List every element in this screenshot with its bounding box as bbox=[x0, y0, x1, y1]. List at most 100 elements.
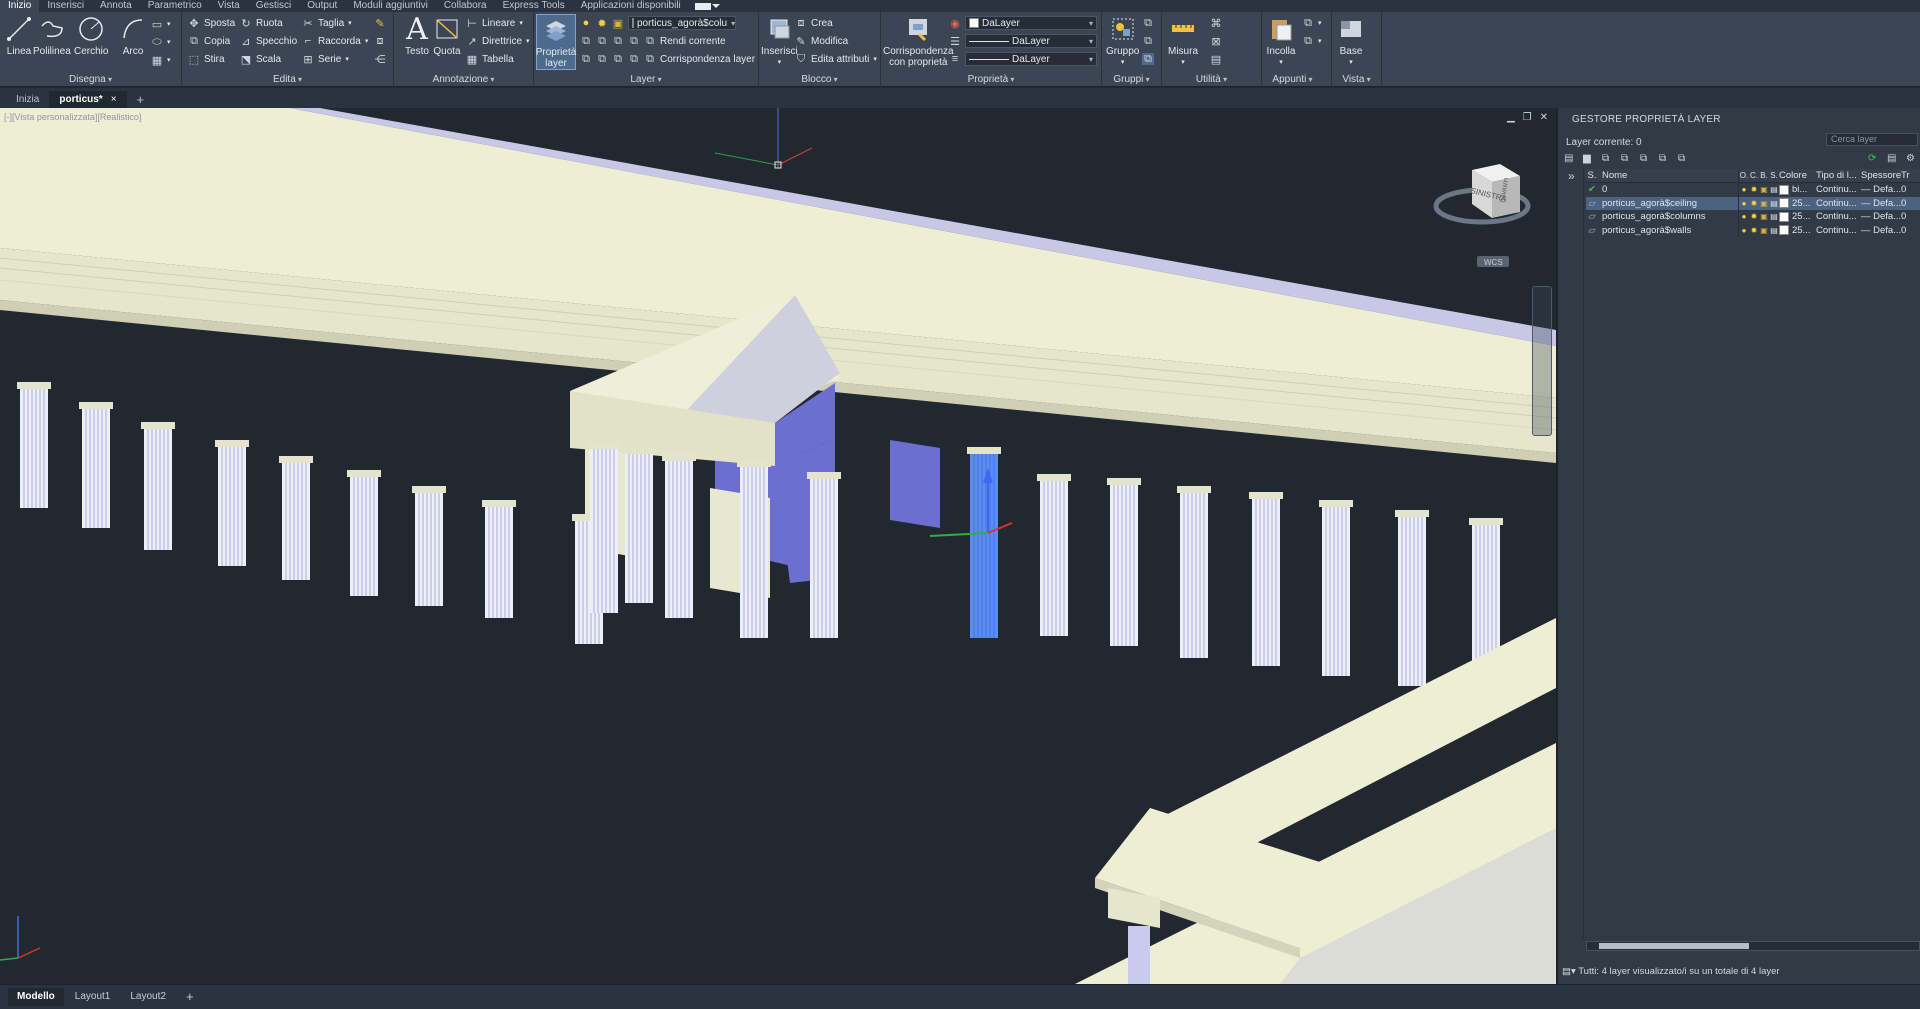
expand-icon[interactable]: » bbox=[1568, 169, 1575, 183]
layer-settings-icon[interactable]: ▤ bbox=[1887, 153, 1899, 164]
layer-row[interactable]: ✔ 0 ● ✹ ▣ ▤ bi... Continu... — Defa... 0 bbox=[1586, 183, 1920, 197]
hatch-tool[interactable]: ▦ ▾ bbox=[151, 52, 171, 68]
group-select-tool[interactable]: ⧉ bbox=[1142, 51, 1154, 67]
tab-vista[interactable]: Vista bbox=[210, 0, 248, 12]
set-current-icon[interactable]: ⧉ bbox=[1678, 153, 1690, 164]
explode-tool[interactable]: ⋲ bbox=[374, 51, 386, 67]
panel-title-proprieta[interactable]: Proprietà bbox=[881, 74, 1101, 86]
unlock-icon[interactable]: ▣ bbox=[1759, 185, 1769, 194]
col-freeze[interactable]: C. bbox=[1749, 171, 1759, 180]
polilinea-button[interactable]: Polilinea bbox=[33, 14, 71, 57]
panel-title-edita[interactable]: Edita bbox=[182, 74, 393, 86]
linetype-dropdown[interactable]: DaLayer bbox=[965, 34, 1097, 48]
base-button[interactable]: Base ▾ bbox=[1336, 14, 1366, 68]
tab-inizio[interactable]: Inizio bbox=[0, 0, 40, 12]
ellipse-tool[interactable]: ⬭ ▾ bbox=[151, 34, 170, 50]
tab-layout2[interactable]: Layout2 bbox=[121, 988, 175, 1006]
gruppo-button[interactable]: Gruppo ▾ bbox=[1106, 14, 1139, 68]
minimize-icon[interactable]: ▁ bbox=[1507, 112, 1515, 123]
printer-icon[interactable]: ▤ bbox=[1769, 226, 1779, 235]
new-layer-icon[interactable]: ⧉ bbox=[1621, 153, 1633, 164]
lineweight-dropdown[interactable]: DaLayer bbox=[965, 52, 1097, 66]
layer-row[interactable]: ▱ porticus_agorà$walls ● ✹ ▣ ▤ 25... Con… bbox=[1586, 223, 1920, 237]
ribbon-minimize-icon[interactable] bbox=[694, 2, 720, 10]
layer-merge-icon[interactable]: ⧉ bbox=[596, 53, 608, 65]
viewport-controls-label[interactable]: [-][Vista personalizzata][Realistico] bbox=[4, 112, 141, 122]
layer-lock-icon[interactable]: ⧉ bbox=[628, 35, 640, 47]
tab-gestisci[interactable]: Gestisci bbox=[248, 0, 300, 12]
col-status[interactable]: S. bbox=[1586, 170, 1598, 181]
restore-icon[interactable]: ❐ bbox=[1523, 112, 1532, 123]
testo-button[interactable]: A Testo bbox=[402, 14, 432, 57]
sun-icon[interactable]: ✹ bbox=[1749, 185, 1759, 194]
tab-output[interactable]: Output bbox=[299, 0, 345, 12]
layer-thaw-icon[interactable]: ⧉ bbox=[628, 53, 640, 65]
panel-title-gruppi[interactable]: Gruppi bbox=[1102, 74, 1161, 86]
tab-annota[interactable]: Annota bbox=[92, 0, 140, 12]
tab-applicazioni[interactable]: Applicazioni disponibili bbox=[573, 0, 689, 12]
corrispondenza-proprieta-button[interactable]: Corrispondenza con proprietà bbox=[883, 14, 954, 68]
lightbulb-icon[interactable]: ● bbox=[1739, 212, 1749, 221]
printer-icon[interactable]: ▤ bbox=[1769, 199, 1779, 208]
add-document-button[interactable]: + bbox=[127, 91, 155, 108]
navigation-bar[interactable] bbox=[1532, 286, 1552, 436]
ungroup-tool[interactable]: ⧉ bbox=[1142, 15, 1154, 31]
layer-states-icon[interactable]: ⧉ bbox=[1602, 153, 1614, 164]
lock-icon[interactable]: ▣ bbox=[612, 17, 624, 30]
copia-button[interactable]: ⧉ Copia bbox=[188, 33, 230, 49]
erase-tool[interactable]: ✎ bbox=[374, 15, 386, 31]
sun-icon[interactable]: ✹ bbox=[1749, 199, 1759, 208]
panel-title-utilita[interactable]: Utilità bbox=[1162, 74, 1261, 86]
calculator-tool[interactable]: ▤ bbox=[1210, 51, 1222, 67]
tab-modello[interactable]: Modello bbox=[8, 988, 64, 1006]
layer-iso-icon[interactable]: ⧉ bbox=[580, 35, 592, 47]
lineare-button[interactable]: ⊢ Lineare ▾ bbox=[466, 15, 523, 31]
modifica-button[interactable]: ✎ Modifica bbox=[795, 33, 848, 49]
col-linetype[interactable]: Tipo di l... bbox=[1813, 170, 1861, 181]
lightbulb-icon[interactable]: ● bbox=[580, 17, 592, 29]
cerchio-button[interactable]: Cerchio bbox=[74, 14, 108, 57]
current-layer-dropdown[interactable]: porticus_agorà$colu bbox=[628, 16, 736, 30]
crea-button[interactable]: ⧈ Crea bbox=[795, 15, 833, 31]
layer-freeze-icon[interactable]: ⧉ bbox=[612, 35, 624, 47]
linea-button[interactable]: Linea bbox=[4, 14, 34, 57]
col-on[interactable]: O. bbox=[1739, 171, 1749, 180]
layer-delete-icon[interactable]: ⧉ bbox=[612, 53, 624, 65]
layer-row[interactable]: ▱ porticus_agorà$ceiling ● ✹ ▣ ▤ 25... C… bbox=[1586, 196, 1920, 210]
col-plot[interactable]: S. bbox=[1769, 171, 1779, 180]
unlock-icon[interactable]: ▣ bbox=[1759, 226, 1769, 235]
quick-select-tool[interactable]: ⌘ bbox=[1210, 15, 1222, 31]
gear-icon[interactable]: ⚙ bbox=[1906, 153, 1918, 164]
horizontal-scrollbar[interactable] bbox=[1586, 941, 1920, 951]
quota-button[interactable]: Quota bbox=[432, 14, 462, 57]
sun-icon[interactable]: ✹ bbox=[1749, 212, 1759, 221]
layer-row[interactable]: ▱ porticus_agorà$columns ● ✹ ▣ ▤ 25... C… bbox=[1586, 210, 1920, 224]
lightbulb-icon[interactable]: ● bbox=[1739, 226, 1749, 235]
model-viewport[interactable]: SINISTRA DAVANTI WCS [-][Vista personali… bbox=[0, 108, 1556, 984]
panel-title-disegna[interactable]: Disegna bbox=[0, 74, 181, 86]
tab-moduli-aggiuntivi[interactable]: Moduli aggiuntivi bbox=[345, 0, 436, 12]
tab-inserisci[interactable]: Inserisci bbox=[39, 0, 92, 12]
cut-tool[interactable]: ⧉ ▾ bbox=[1302, 15, 1321, 31]
col-transparency[interactable]: Tr bbox=[1901, 170, 1911, 181]
id-point-tool[interactable]: ⊠ bbox=[1210, 33, 1222, 49]
misura-button[interactable]: Misura ▾ bbox=[1168, 14, 1198, 68]
stira-button[interactable]: ⬚ Stira bbox=[188, 51, 225, 67]
add-layout-button[interactable]: + bbox=[177, 988, 203, 1006]
serie-button[interactable]: ⊞ Serie ▾ bbox=[302, 51, 348, 67]
tab-layout1[interactable]: Layout1 bbox=[66, 988, 120, 1006]
doc-tab-inizia[interactable]: Inizia bbox=[6, 91, 49, 108]
lightbulb-icon[interactable]: ● bbox=[1739, 199, 1749, 208]
offset-tool[interactable]: ⧈ bbox=[374, 33, 386, 49]
layer-search-input[interactable]: Cerca layer bbox=[1826, 133, 1918, 146]
specchio-button[interactable]: ⊿ Specchio bbox=[240, 33, 297, 49]
unlock-icon[interactable]: ▣ bbox=[1759, 199, 1769, 208]
taglia-button[interactable]: ✂ Taglia ▾ bbox=[302, 15, 351, 31]
delete-layer-icon[interactable]: ⧉ bbox=[1659, 153, 1671, 164]
panel-title-blocco[interactable]: Blocco bbox=[759, 74, 880, 86]
refresh-icon[interactable]: ⟳ bbox=[1868, 153, 1880, 164]
panel-title-vista[interactable]: Vista bbox=[1332, 74, 1381, 86]
col-color[interactable]: Colore bbox=[1779, 170, 1813, 181]
new-property-filter-icon[interactable]: ▤ bbox=[1564, 153, 1576, 164]
unlock-icon[interactable]: ▣ bbox=[1759, 212, 1769, 221]
